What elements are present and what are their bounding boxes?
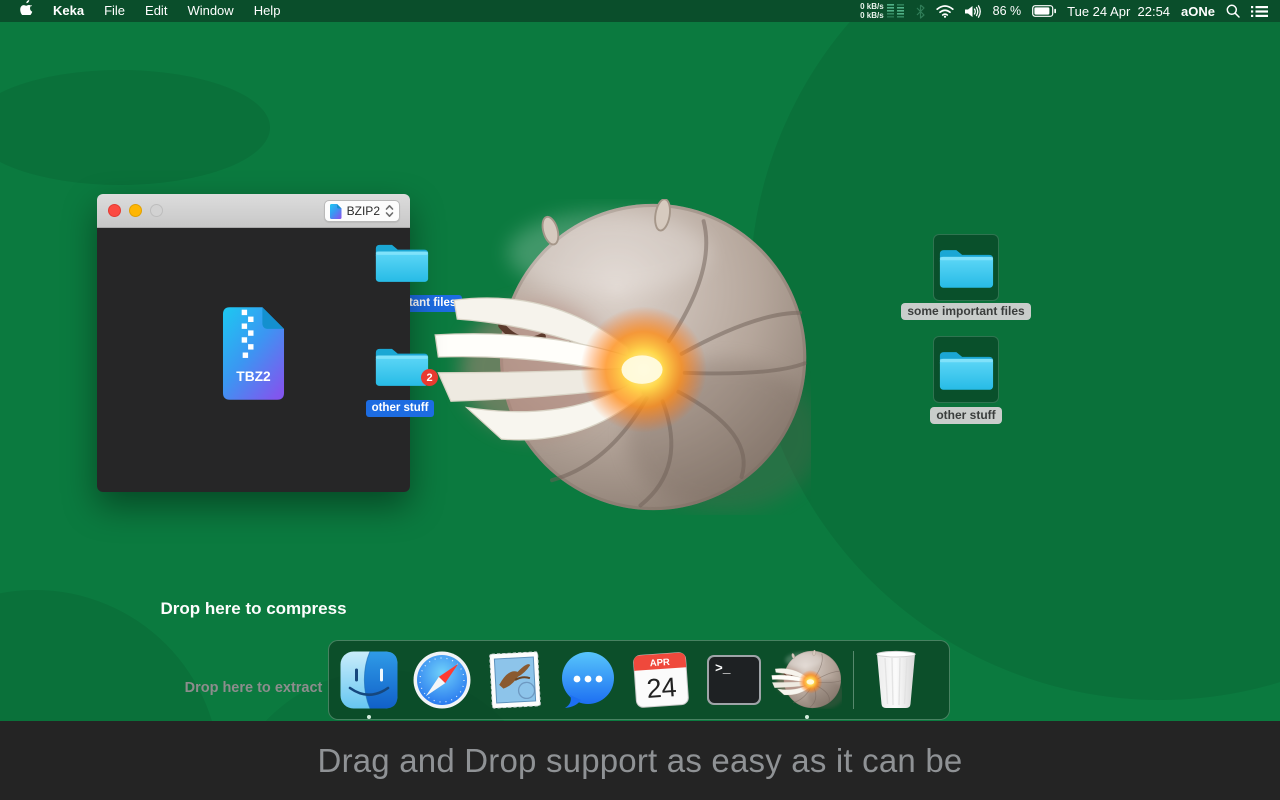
network-monitor[interactable]: 0 kB/s 0 kB/s: [860, 2, 905, 20]
dock-messages[interactable]: [558, 650, 618, 710]
wallpaper-circle: [0, 70, 270, 185]
calendar-month: APR: [649, 657, 670, 669]
dock: APR 24 >_: [328, 640, 950, 720]
menu-help[interactable]: Help: [244, 0, 291, 22]
wallpaper-circle: [750, 0, 1280, 700]
minimize-button[interactable]: [129, 204, 142, 217]
menu-bar: Keka File Edit Window Help 0 kB/s 0 kB/s …: [0, 0, 1280, 22]
desktop: Keka File Edit Window Help 0 kB/s 0 kB/s …: [0, 0, 1280, 800]
dock-terminal[interactable]: >_: [704, 650, 764, 710]
desktop-folder-1-label: some important files: [866, 302, 1066, 320]
desktop-folder-2-label: other stuff: [866, 406, 1066, 424]
keka-window: BZIP2 TBZ2 Drop here to compress Drop he…: [97, 194, 410, 696]
menu-clock[interactable]: Tue 24 Apr 22:54: [1067, 4, 1170, 19]
folder-icon: [937, 345, 995, 392]
running-indicator: [367, 715, 371, 719]
notification-center-icon[interactable]: [1251, 5, 1268, 18]
drop-zone-compress[interactable]: TBZ2 Drop here to compress Drop here to …: [97, 228, 410, 696]
trash-icon: [876, 650, 916, 708]
net-down-label: 0 kB/s: [860, 11, 884, 20]
dock-mail[interactable]: [485, 650, 545, 710]
menu-keka[interactable]: Keka: [43, 0, 94, 22]
messages-icon: [562, 652, 614, 708]
drag-count-badge: 2: [421, 369, 438, 386]
caption-text: Drag and Drop support as easy as it can …: [317, 741, 963, 779]
dock-keka[interactable]: [777, 650, 837, 719]
menu-window[interactable]: Window: [177, 0, 243, 22]
calendar-day: 24: [646, 672, 678, 704]
format-dropdown[interactable]: BZIP2: [323, 200, 400, 222]
keka-mascot-illustration: [432, 199, 811, 515]
extract-hint: Drop here to extract: [184, 680, 323, 696]
spotlight-search-icon[interactable]: [1226, 4, 1240, 18]
dock-trash[interactable]: [870, 650, 922, 710]
apple-menu[interactable]: [10, 0, 43, 22]
calendar-icon: APR 24: [633, 652, 689, 708]
keka-dock-icon: [771, 650, 842, 709]
zoom-button: [150, 204, 163, 217]
mail-icon: [489, 651, 541, 709]
folder-icon: [937, 243, 995, 290]
stepper-chevrons-icon: [385, 205, 394, 217]
compress-hint: Drop here to compress: [160, 599, 347, 618]
network-meter-icon: [886, 4, 904, 18]
bluetooth-icon[interactable]: [916, 4, 925, 19]
caption-bar: Drag and Drop support as easy as it can …: [0, 721, 1280, 800]
wifi-icon[interactable]: [936, 4, 954, 18]
dragged-folder-2[interactable]: [373, 342, 430, 393]
menu-file[interactable]: File: [94, 0, 135, 22]
dock-divider: [853, 651, 854, 709]
running-indicator: [805, 715, 809, 719]
safari-icon: [413, 651, 471, 709]
tbz2-label: TBZ2: [236, 369, 271, 384]
dock-safari[interactable]: [412, 650, 472, 710]
apple-icon: [20, 0, 33, 17]
net-up-label: 0 kB/s: [860, 2, 884, 11]
dragged-folder-1[interactable]: [373, 238, 430, 289]
format-label: BZIP2: [346, 204, 380, 218]
volume-icon[interactable]: [964, 4, 982, 18]
terminal-prompt: >_: [715, 661, 731, 676]
close-button[interactable]: [108, 204, 121, 217]
menu-extra-app[interactable]: aONe: [1181, 4, 1215, 19]
menu-edit[interactable]: Edit: [135, 0, 177, 22]
battery-percent: 86 %: [992, 4, 1022, 18]
window-titlebar[interactable]: BZIP2: [97, 194, 410, 228]
format-file-icon: [329, 203, 342, 219]
terminal-icon: >_: [707, 655, 761, 705]
folder-icon: [373, 238, 430, 284]
tbz2-file-icon: TBZ2: [222, 307, 285, 400]
dragged-folder-2-label: other stuff: [300, 398, 500, 417]
battery-icon[interactable]: [1032, 5, 1057, 17]
dock-calendar[interactable]: APR 24: [631, 650, 691, 710]
